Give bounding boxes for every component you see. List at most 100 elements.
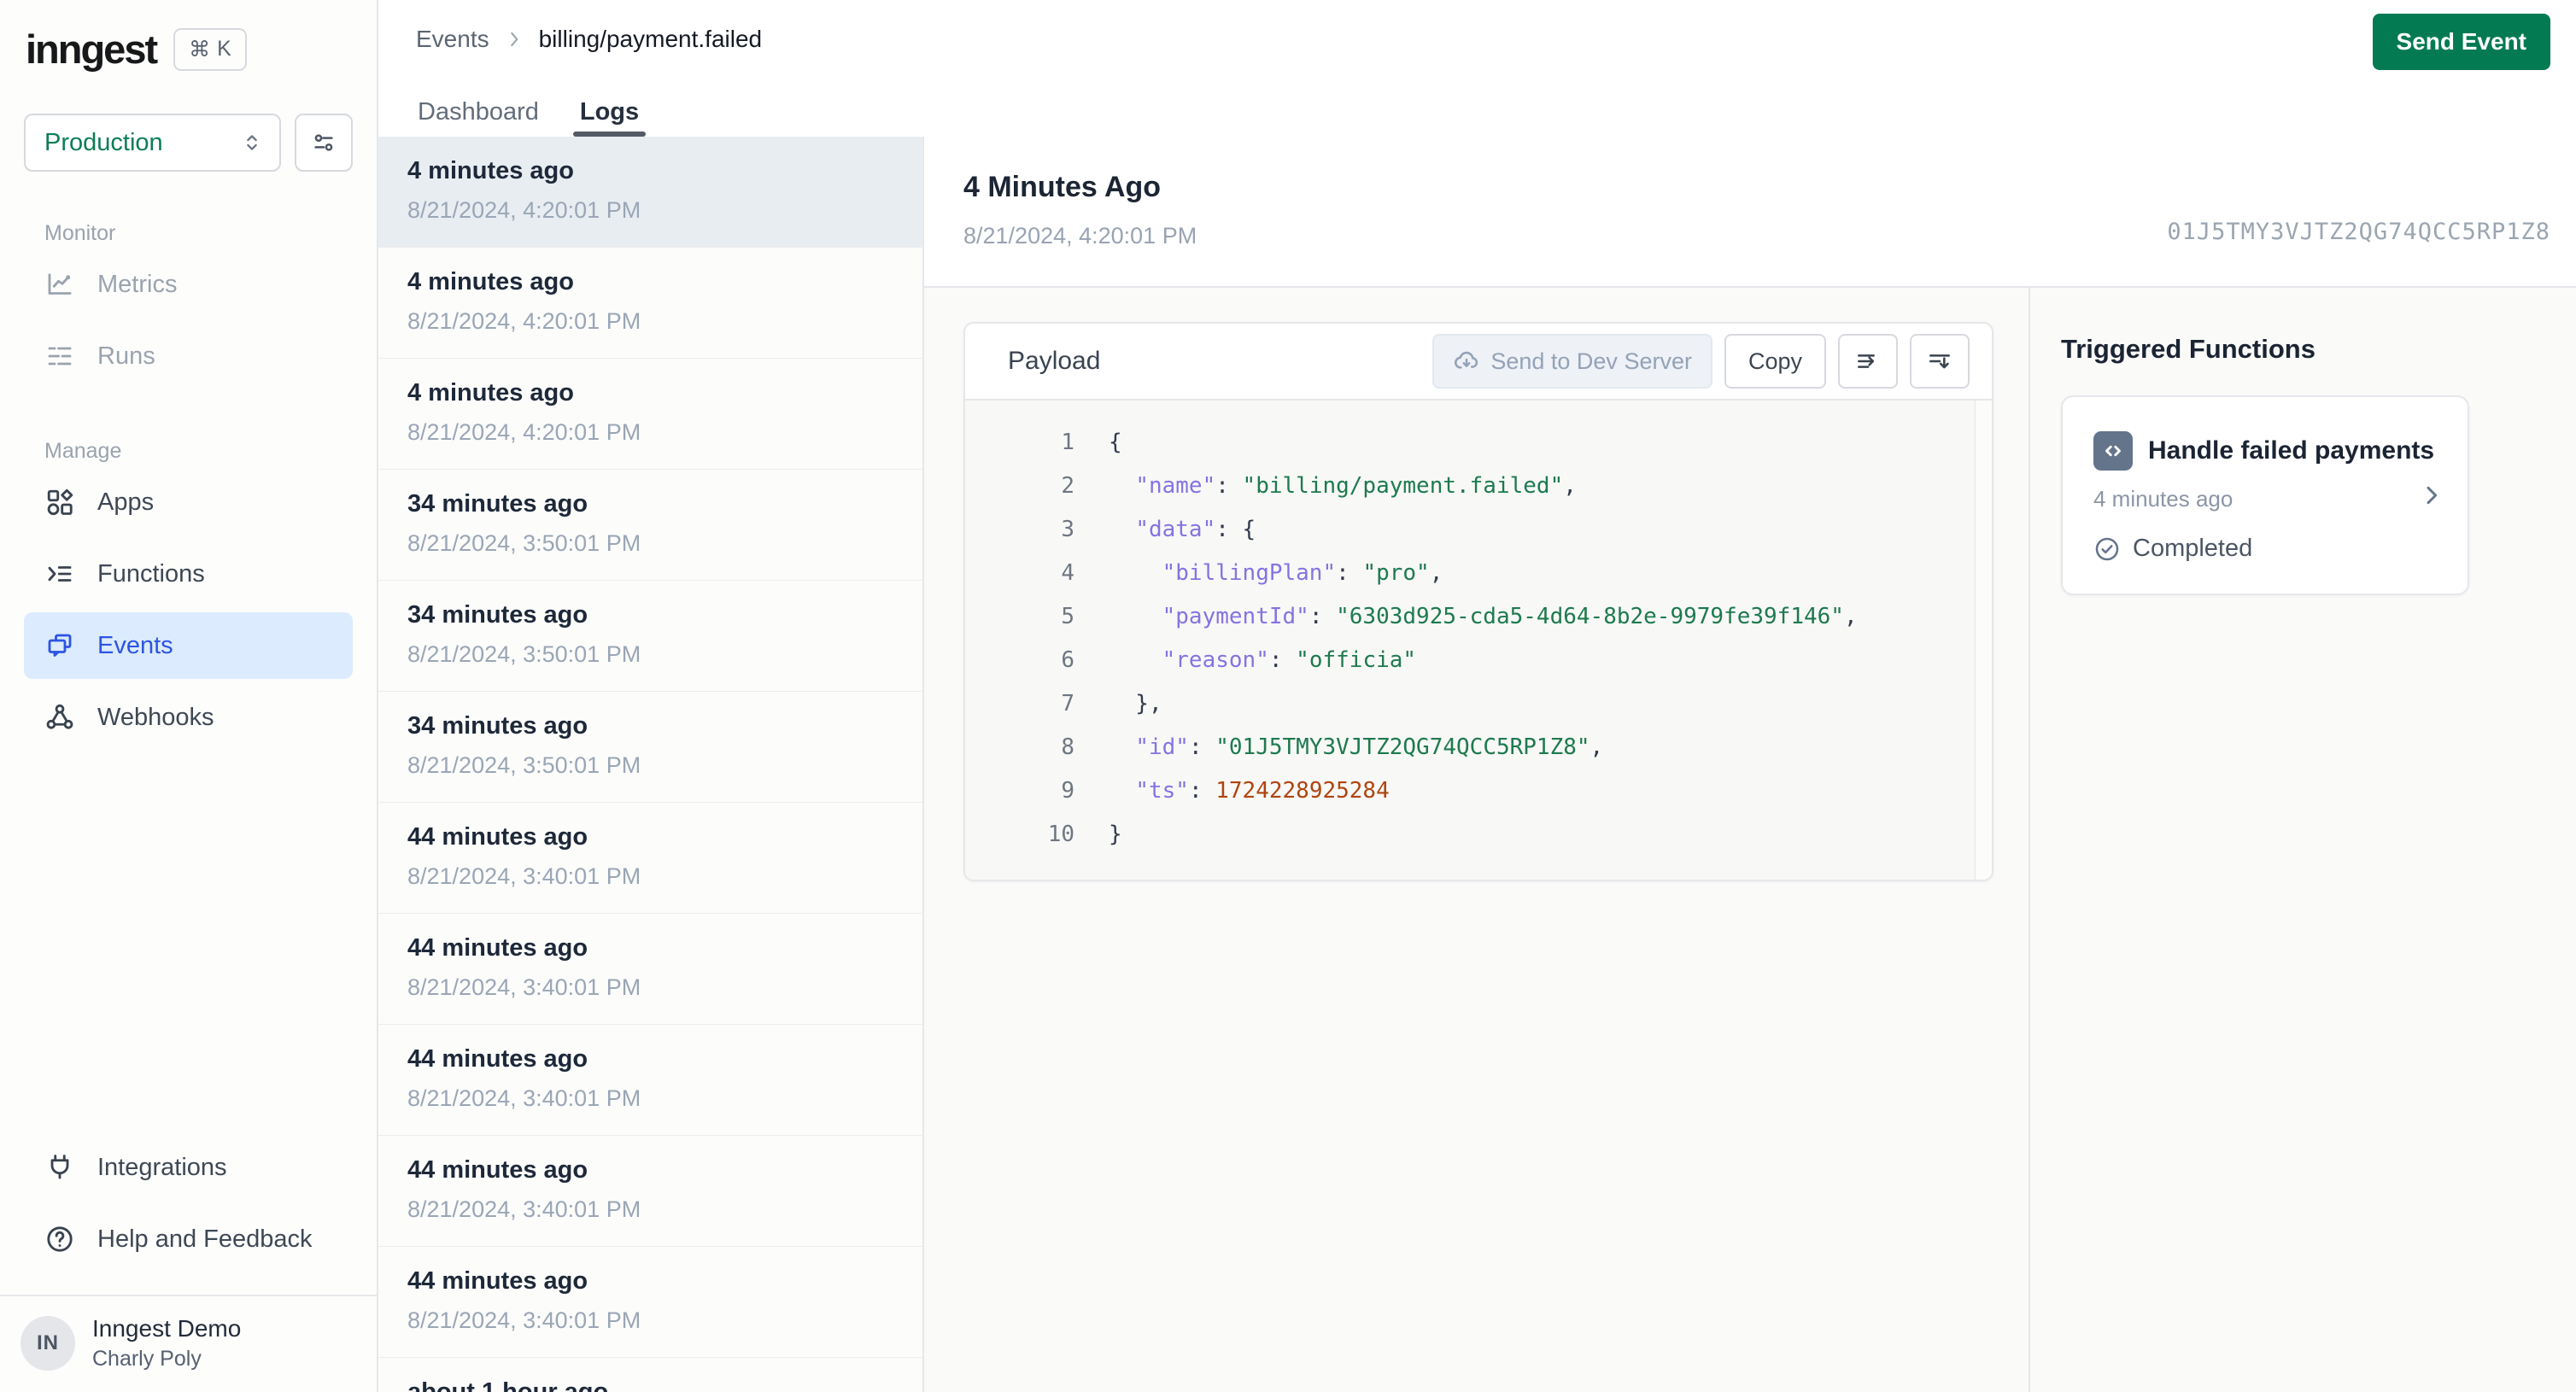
event-list-item[interactable]: 34 minutes ago 8/21/2024, 3:50:01 PM xyxy=(378,581,922,692)
code-line: 3 "data": { xyxy=(965,508,1992,552)
wrap-lines-button[interactable] xyxy=(1910,334,1970,389)
event-item-timestamp: 8/21/2024, 4:20:01 PM xyxy=(407,419,641,445)
event-item-relative-time: 4 minutes ago xyxy=(407,379,574,406)
line-number: 2 xyxy=(1061,473,1074,499)
event-list-item[interactable]: 44 minutes ago 8/21/2024, 3:40:01 PM xyxy=(378,803,922,914)
sidebar-item-runs[interactable]: Runs xyxy=(24,323,353,389)
event-id: 01J5TMY3VJTZ2QG74QCC5RP1Z8 xyxy=(2167,219,2550,245)
code-text: "id": "01J5TMY3VJTZ2QG74QCC5RP1Z8", xyxy=(1135,734,1604,760)
breadcrumb-events-link[interactable]: Events xyxy=(416,26,489,53)
event-item-relative-time: 34 minutes ago xyxy=(407,712,588,740)
code-text: "billingPlan": "pro", xyxy=(1162,560,1443,586)
event-item-timestamp: 8/21/2024, 3:40:01 PM xyxy=(407,1085,641,1111)
event-item-relative-time: 44 minutes ago xyxy=(407,1267,588,1295)
help-icon xyxy=(44,1224,75,1255)
event-list-item[interactable]: 44 minutes ago 8/21/2024, 3:40:01 PM xyxy=(378,1247,922,1358)
command-icon: ⌘ xyxy=(189,37,211,61)
sidebar-item-functions[interactable]: Functions xyxy=(24,541,353,607)
event-list-item[interactable]: 4 minutes ago 8/21/2024, 4:20:01 PM xyxy=(378,137,922,248)
line-number: 1 xyxy=(1061,430,1074,455)
page: inngest ⌘ K Production Monitor Metrics Run… xyxy=(0,0,2576,1392)
sliders-icon xyxy=(310,129,337,156)
code-line: 6 "reason": "officia" xyxy=(965,639,1992,682)
command-k-shortcut[interactable]: ⌘ K xyxy=(173,27,247,71)
sidebar-item-integrations[interactable]: Integrations xyxy=(24,1134,353,1201)
sidebar-item-label: Help and Feedback xyxy=(97,1225,313,1253)
event-detail-body: Payload Send to Dev Server Copy 1 {2 "n… xyxy=(924,288,2576,1392)
function-status-label: Completed xyxy=(2133,535,2253,562)
event-item-relative-time: 34 minutes ago xyxy=(407,601,588,629)
event-list-item[interactable]: 34 minutes ago 8/21/2024, 3:50:01 PM xyxy=(378,692,922,803)
copy-button[interactable]: Copy xyxy=(1724,334,1826,389)
apps-icon xyxy=(44,487,75,518)
chevrons-up-down-icon xyxy=(240,131,264,155)
functions-icon xyxy=(44,559,75,589)
environment-select-value: Production xyxy=(44,128,163,156)
event-list-item[interactable]: 44 minutes ago 8/21/2024, 3:40:01 PM xyxy=(378,1025,922,1136)
shortcut-key-label: K xyxy=(217,37,231,61)
payload-card-header: Payload Send to Dev Server Copy xyxy=(965,324,1992,401)
event-item-relative-time: 4 minutes ago xyxy=(407,157,574,184)
topbar: Events billing/payment.failed Dashboard … xyxy=(378,0,2576,137)
sidebar-item-metrics[interactable]: Metrics xyxy=(24,251,353,318)
code-text: "paymentId": "6303d925-cda5-4d64-8b2e-99… xyxy=(1162,604,1858,629)
payload-code-editor[interactable]: 1{ 2 "name": "billing/payment.failed", 3 "… xyxy=(965,401,1992,880)
event-detail: 4 Minutes Ago 8/21/2024, 4:20:01 PM 01J5… xyxy=(924,137,2576,1392)
sidebar-item-label: Webhooks xyxy=(97,703,214,731)
event-item-timestamp: 8/21/2024, 3:40:01 PM xyxy=(407,974,641,1000)
triggered-function-card[interactable]: Handle failed payments 4 minutes ago Compl… xyxy=(2061,395,2469,595)
event-list-item[interactable]: 44 minutes ago 8/21/2024, 3:40:01 PM xyxy=(378,1136,922,1247)
event-list-item[interactable]: 34 minutes ago 8/21/2024, 3:50:01 PM xyxy=(378,470,922,581)
event-item-relative-time: 44 minutes ago xyxy=(407,934,588,962)
avatar: IN xyxy=(20,1316,75,1371)
user-name: Charly Poly xyxy=(92,1347,202,1371)
nowrap-icon xyxy=(1854,348,1882,375)
code-line: 9 "ts": 1724228925284 xyxy=(965,769,1992,813)
sidebar-section-label-monitor: Monitor xyxy=(44,221,116,245)
breadcrumb-chevron-icon xyxy=(503,28,525,50)
send-to-dev-server-button[interactable]: Send to Dev Server xyxy=(1432,334,1712,389)
sidebar-item-apps[interactable]: Apps xyxy=(24,469,353,535)
event-list-item[interactable]: 44 minutes ago 8/21/2024, 3:40:01 PM xyxy=(378,914,922,1025)
event-item-timestamp: 8/21/2024, 3:40:01 PM xyxy=(407,1196,641,1222)
tab-dashboard[interactable]: Dashboard xyxy=(418,87,539,137)
triggered-functions-panel: Triggered Functions Handle failed paymen… xyxy=(2030,288,2576,1392)
code-text: "name": "billing/payment.failed", xyxy=(1135,473,1577,499)
event-list[interactable]: 4 minutes ago 8/21/2024, 4:20:01 PM 4 minu… xyxy=(378,137,924,1392)
sidebar-section-label-manage: Manage xyxy=(44,439,122,463)
code-line: 8 "id": "01J5TMY3VJTZ2QG74QCC5RP1Z8", xyxy=(965,726,1992,769)
event-item-timestamp: 8/21/2024, 4:20:01 PM xyxy=(407,197,641,223)
event-item-relative-time: 44 minutes ago xyxy=(407,823,588,851)
event-list-item[interactable]: about 1 hour ago xyxy=(378,1358,922,1392)
environment-select[interactable]: Production xyxy=(24,114,281,172)
function-name: Handle failed payments xyxy=(2148,436,2435,465)
event-item-relative-time: 34 minutes ago xyxy=(407,490,588,518)
function-status: Completed xyxy=(2093,535,2440,563)
line-number: 4 xyxy=(1061,560,1074,586)
code-scrollbar-gutter[interactable] xyxy=(1975,401,1992,880)
sidebar-footer: Integrations Help and Feedback IN Inngest… xyxy=(0,1129,377,1392)
sidebar-item-label: Runs xyxy=(97,342,155,370)
event-item-relative-time: 44 minutes ago xyxy=(407,1156,588,1184)
event-item-timestamp: 8/21/2024, 3:40:01 PM xyxy=(407,863,641,889)
sidebar-item-label: Apps xyxy=(97,488,155,516)
sidebar-item-events[interactable]: Events xyxy=(24,612,353,679)
code-line: 4 "billingPlan": "pro", xyxy=(965,552,1992,595)
sidebar-item-webhooks[interactable]: Webhooks xyxy=(24,684,353,751)
code-text: } xyxy=(1109,822,1122,847)
line-number: 5 xyxy=(1061,604,1074,629)
breadcrumb: Events billing/payment.failed xyxy=(378,0,2576,53)
event-list-item[interactable]: 4 minutes ago 8/21/2024, 4:20:01 PM xyxy=(378,359,922,470)
send-event-button[interactable]: Send Event xyxy=(2372,14,2550,70)
user-menu[interactable]: IN Inngest Demo Charly Poly xyxy=(0,1295,377,1392)
payload-actions: Send to Dev Server Copy xyxy=(1432,334,1970,389)
tab-logs[interactable]: Logs xyxy=(572,87,647,137)
environment-settings-button[interactable] xyxy=(295,114,353,172)
code-line: 1{ xyxy=(965,421,1992,465)
sidebar-item-help-and-feedback[interactable]: Help and Feedback xyxy=(24,1206,353,1272)
event-list-item[interactable]: 4 minutes ago 8/21/2024, 4:20:01 PM xyxy=(378,248,922,359)
no-wrap-button[interactable] xyxy=(1838,334,1898,389)
sidebar: inngest ⌘ K Production Monitor Metrics Run… xyxy=(0,0,378,1392)
payload-column: Payload Send to Dev Server Copy 1 {2 "n… xyxy=(924,288,2030,1392)
code-text: "reason": "officia" xyxy=(1162,647,1417,673)
